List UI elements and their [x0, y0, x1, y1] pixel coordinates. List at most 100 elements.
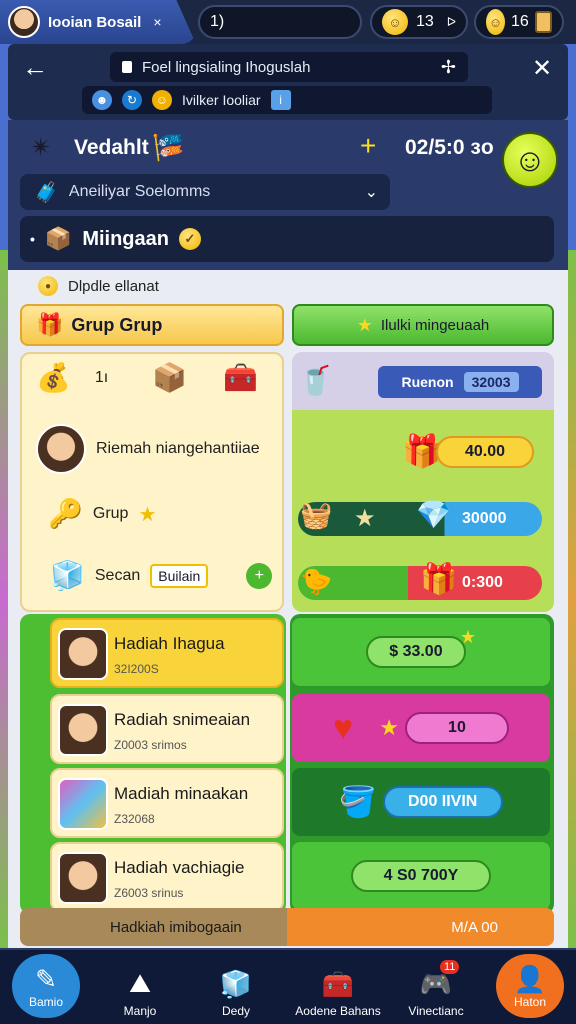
- lock-icon: [122, 61, 132, 73]
- reward-slot-4: 4 S0 700Y: [292, 842, 550, 910]
- partial-row-title: Hadkiah imibogaain: [110, 918, 242, 936]
- coin-value-2: 16: [511, 13, 529, 30]
- progress-value-2: 0:300: [462, 574, 503, 591]
- nav-social[interactable]: 🎮 11 Vinectianc: [396, 952, 476, 1018]
- duck-icon: 🐤: [300, 566, 333, 596]
- badge-icon: ✓: [178, 228, 201, 250]
- timer: 02/5:0 ɜo: [405, 136, 494, 159]
- pin-icon: ✎: [35, 963, 57, 994]
- box-icon: 📦: [44, 226, 73, 251]
- reward-value-3[interactable]: D00 IIVIN: [382, 786, 503, 818]
- gift-box-icon: [58, 778, 108, 830]
- list-item[interactable]: Radiah snimeaian Z0003 srimos: [50, 694, 284, 764]
- info-icon[interactable]: i: [270, 90, 291, 110]
- grid-icon[interactable]: [534, 11, 552, 33]
- filter-dropdown[interactable]: 🧳 Aneiliyar Soelomms ⌄: [20, 174, 390, 210]
- nav-home[interactable]: ✎ Bamio: [12, 954, 80, 1018]
- add-icon[interactable]: +: [246, 563, 273, 589]
- star-icon: ★: [379, 715, 399, 740]
- quest-title: Radiah snimeaian: [114, 710, 251, 729]
- reward-value-4[interactable]: 4 S0 700Y: [351, 860, 491, 892]
- chevron-down-icon: ⌄: [364, 184, 378, 201]
- list-item[interactable]: Hadiah vachiagie Z6003 srinus: [50, 842, 284, 912]
- header-title: Vedahlt: [74, 136, 149, 159]
- top-bar: Iooian Bosail × 1) ☺ 13 ᐅ ☺ 16: [0, 0, 576, 44]
- mountain-icon: ⛰: [129, 968, 151, 998]
- sub-toolbar-text: Ivilker Iooliar: [182, 92, 261, 108]
- reward-chip-1[interactable]: 40.00: [436, 436, 534, 468]
- right-card-tag[interactable]: Ruenon 32003: [378, 366, 542, 398]
- basket-icon: 🧺: [300, 500, 333, 530]
- section-header[interactable]: • 📦 Miingaan ✓: [20, 216, 554, 262]
- avatar: [58, 704, 108, 756]
- claim-button-label: Ilulki mingeuaah: [380, 316, 490, 334]
- scroll-icon: 🎏: [152, 132, 185, 162]
- close-icon[interactable]: ✕: [532, 54, 552, 83]
- heart-icon: ♥: [333, 708, 354, 747]
- reward-slot-1: $ 33.00 ★: [292, 618, 550, 686]
- list-item[interactable]: Hadiah Ihagua 32I200S: [50, 618, 284, 688]
- row1-label: 1ı: [94, 369, 109, 386]
- cup-icon: 🥤: [298, 365, 333, 396]
- row3-label: Grup: [92, 505, 129, 522]
- arrow-icon: ᐅ: [446, 15, 456, 29]
- avatar: [58, 852, 108, 904]
- list-item[interactable]: Madiah minaakan Z32068: [50, 768, 284, 838]
- nav-label: Dedy: [221, 1004, 250, 1018]
- pin-icon[interactable]: ✢: [441, 57, 456, 78]
- reward-value-1[interactable]: $ 33.00: [365, 636, 466, 668]
- partial-row-value: M/A 00: [451, 918, 498, 936]
- avatar: [8, 6, 40, 38]
- key-icon: 🔑: [48, 498, 83, 529]
- sub-toolbar: ☻ ↻ ☺ Ivilker Iooliar i: [82, 86, 492, 114]
- notification-badge: 11: [440, 960, 460, 974]
- reward-slot-2: ♥ ★ 10: [292, 694, 550, 762]
- tab-close-icon[interactable]: ×: [153, 14, 161, 30]
- partial-row: Hadkiah imibogaain M/A 00: [20, 908, 554, 946]
- row4-chip[interactable]: Builain: [150, 564, 209, 588]
- nav-label: Bamio: [28, 994, 63, 1009]
- group-button[interactable]: 🎁 Grup Grup: [20, 304, 284, 346]
- refresh-icon[interactable]: ↻: [122, 90, 142, 110]
- nav-shop[interactable]: 🧰 Aodene Bahans: [288, 952, 388, 1018]
- nav-body[interactable]: 🧊 Dedy: [196, 952, 276, 1018]
- left-card-row-3[interactable]: 🔑 Grup ★: [48, 500, 156, 528]
- back-arrow-icon[interactable]: ←: [22, 52, 48, 83]
- crate-icon[interactable]: 📦: [152, 364, 187, 392]
- coin-counter-1[interactable]: ☺ 13 ᐅ: [370, 5, 468, 39]
- row4-label: Secan: [94, 567, 141, 584]
- url-field[interactable]: Foel lingsialing Ihoguslah ✢: [110, 52, 468, 82]
- coin-icon: ☺: [486, 9, 506, 35]
- center-pill[interactable]: 1): [198, 5, 362, 39]
- quest-sub: Z6003 srinus: [114, 886, 184, 900]
- reward-value-2[interactable]: 10: [404, 712, 509, 744]
- gem-icon: 💎: [416, 499, 451, 530]
- plus-icon[interactable]: +: [360, 130, 376, 162]
- nav-profile[interactable]: 👤 Haton: [496, 954, 564, 1018]
- nav-label: Vinectianc: [408, 1004, 464, 1018]
- nav-map[interactable]: ⛰ Manjo: [100, 952, 180, 1018]
- tools-icon[interactable]: 🧰: [223, 364, 258, 392]
- coin-value-1: 13: [416, 13, 434, 30]
- avatar: [36, 424, 86, 474]
- coin-icon: ☺: [382, 9, 408, 35]
- coin-counter-2[interactable]: ☺ 16: [474, 5, 564, 39]
- center-pill-text: 1): [210, 13, 225, 30]
- caption: ● Dlpdle ellanat: [38, 276, 159, 296]
- left-card-row-1: 💰 1ı 📦 🧰: [36, 364, 258, 392]
- left-card-row-2[interactable]: Riemah niangehantiiae: [36, 424, 260, 474]
- face-icon[interactable]: ☻: [92, 90, 112, 110]
- claim-button[interactable]: ★ Ilulki mingeuaah: [292, 304, 554, 346]
- tab-title: Iooian Bosail: [48, 13, 142, 31]
- chest-icon: 🧰: [321, 969, 355, 999]
- star-icon: ★: [354, 505, 376, 532]
- dropdown-text: Aneiliyar Soelomms: [68, 183, 211, 200]
- smiley-icon[interactable]: ☺: [502, 132, 558, 188]
- tab-active[interactable]: Iooian Bosail ×: [0, 0, 196, 44]
- coin-icon: ●: [38, 276, 58, 296]
- money-icon[interactable]: 💰: [36, 364, 71, 392]
- star-icon: ★: [138, 503, 157, 526]
- coin-small-icon[interactable]: ☺: [152, 90, 172, 110]
- left-card-row-4: 🧊 Secan Builain +: [50, 562, 273, 590]
- row2-label: Riemah niangehantiiae: [96, 440, 260, 457]
